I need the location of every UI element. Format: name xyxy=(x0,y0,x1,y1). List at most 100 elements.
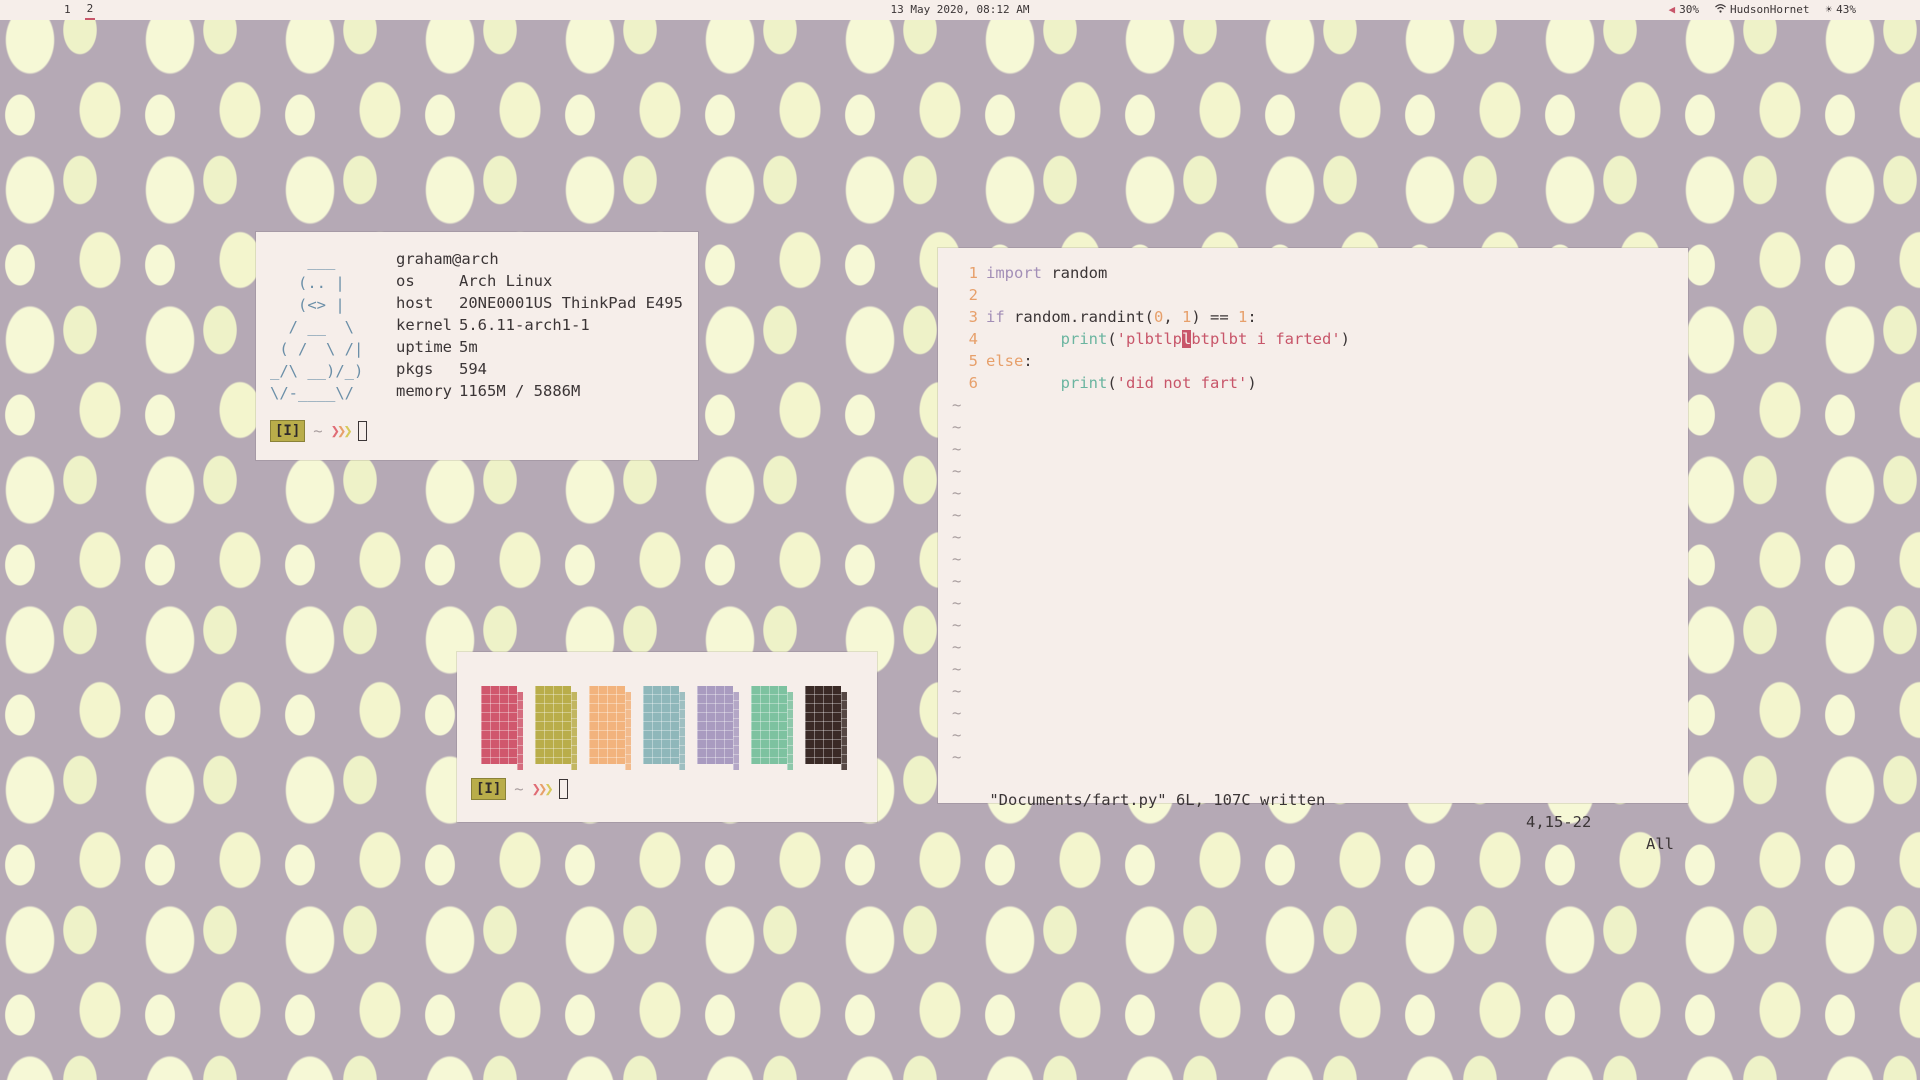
code-token: random xyxy=(1042,264,1108,282)
tilde-marker: ~ xyxy=(952,484,962,502)
terminal-cursor xyxy=(357,421,367,441)
info-row-host: host 20NE0001US ThinkPad E495 xyxy=(396,292,683,314)
colorscheme-terminal-window[interactable]: [I] ~ ❯❯❯ xyxy=(457,652,877,822)
vi-mode-badge: [I] xyxy=(471,778,507,800)
code-token: : xyxy=(1023,352,1033,370)
prompt-dir: ~ xyxy=(514,780,524,798)
color-swatch xyxy=(751,686,793,770)
empty-line-marker: ~ xyxy=(950,680,1350,702)
code-buffer[interactable]: 1 import random 2 3 if random.randint(0, 1) … xyxy=(950,262,1350,768)
code-line[interactable]: 5 else: xyxy=(950,350,1350,372)
tilde-marker: ~ xyxy=(952,638,962,656)
empty-line-marker: ~ xyxy=(950,548,1350,570)
code-token: 'plbtlp xyxy=(1116,330,1182,348)
tilde-marker: ~ xyxy=(952,396,962,414)
line-text: else: xyxy=(986,350,1033,372)
wifi-ssid: HudsonHornet xyxy=(1730,3,1810,16)
tilde-marker: ~ xyxy=(952,726,962,744)
info-row-pkgs: pkgs 594 xyxy=(396,358,683,380)
volume-value: 30% xyxy=(1679,3,1700,16)
system-info: graham@arch os Arch Linux host 20NE0001US T… xyxy=(396,248,683,402)
code-token: print xyxy=(1060,374,1108,392)
info-key: os xyxy=(396,272,415,290)
color-swatch xyxy=(535,686,577,770)
code-token: 0 xyxy=(1153,308,1164,326)
user-host: graham@arch xyxy=(396,250,499,268)
tilde-marker: ~ xyxy=(952,748,962,766)
terminal-cursor xyxy=(558,779,568,799)
info-value: 5m xyxy=(459,338,478,356)
code-token: ) == xyxy=(1191,308,1239,326)
tilde-marker: ~ xyxy=(952,528,962,546)
brightness-value: 43% xyxy=(1836,3,1856,16)
info-key: pkgs xyxy=(396,360,434,378)
empty-line-marker: ~ xyxy=(950,592,1350,614)
line-text: print('did not fart') xyxy=(986,372,1257,394)
line-text: if random.randint(0, 1) == 1: xyxy=(986,306,1257,328)
color-swatch xyxy=(643,686,685,770)
code-token: print xyxy=(1060,330,1108,348)
info-key: uptime xyxy=(396,338,452,356)
line-number: 6 xyxy=(968,374,978,392)
info-value: 5.6.11-arch1-1 xyxy=(459,316,590,334)
tilde-marker: ~ xyxy=(952,682,962,700)
color-swatch xyxy=(805,686,847,770)
color-swatches xyxy=(481,686,847,770)
tilde-marker: ~ xyxy=(952,660,962,678)
code-line[interactable]: 2 xyxy=(950,284,1350,306)
empty-line-marker: ~ xyxy=(950,526,1350,548)
tilde-marker: ~ xyxy=(952,616,962,634)
code-token: import xyxy=(986,264,1042,282)
code-line[interactable]: 6 print('did not fart') xyxy=(950,372,1350,394)
code-token: 1 xyxy=(1182,308,1192,326)
line-number: 4 xyxy=(968,330,978,348)
empty-line-marker: ~ xyxy=(950,614,1350,636)
code-token: ) xyxy=(1340,330,1350,348)
color-swatch xyxy=(589,686,631,770)
code-line[interactable]: 4 print('plbtlplbtplbt i farted') xyxy=(950,328,1350,350)
code-line[interactable]: 3 if random.randint(0, 1) == 1: xyxy=(950,306,1350,328)
code-token: ( xyxy=(1107,330,1117,348)
info-row-memory: memory 1165M / 5886M xyxy=(396,380,683,402)
code-token: if xyxy=(986,308,1005,326)
code-token: random.randint( xyxy=(1004,308,1154,326)
info-key: host xyxy=(396,294,434,312)
empty-line-marker: ~ xyxy=(950,504,1350,526)
system-tray: ◀ 30% HudsonHornet ☀ 43% xyxy=(1669,0,1856,20)
brightness-indicator[interactable]: ☀ 43% xyxy=(1826,0,1857,20)
code-token: : xyxy=(1247,308,1257,326)
empty-line-marker: ~ xyxy=(950,438,1350,460)
scroll-indicator: All xyxy=(1646,835,1674,853)
empty-line-marker: ~ xyxy=(950,460,1350,482)
color-swatch xyxy=(481,686,523,770)
info-row-kernel: kernel 5.6.11-arch1-1 xyxy=(396,314,683,336)
tilde-marker: ~ xyxy=(952,550,962,568)
tilde-marker: ~ xyxy=(952,440,962,458)
color-swatch xyxy=(697,686,739,770)
prompt-chevrons-icon: ❯❯❯ xyxy=(531,780,554,798)
prompt-dir: ~ xyxy=(313,422,323,440)
code-token: else xyxy=(986,352,1024,370)
empty-line-marker: ~ xyxy=(950,658,1350,680)
vim-status-line: "Documents/fart.py" 6L, 107C written 4,1… xyxy=(952,767,1674,853)
code-token: btplbt i farted' xyxy=(1191,330,1341,348)
info-value: 1165M / 5886M xyxy=(459,382,581,400)
code-line[interactable]: 1 import random xyxy=(950,262,1350,284)
clock[interactable]: 13 May 2020, 08:12 AM xyxy=(0,0,1920,20)
brightness-icon: ☀ xyxy=(1825,3,1833,16)
code-token: ) xyxy=(1247,374,1257,392)
shell-prompt[interactable]: [I] ~ ❯❯❯ xyxy=(270,420,367,442)
line-number: 5 xyxy=(968,352,978,370)
empty-line-marker: ~ xyxy=(950,570,1350,592)
volume-indicator[interactable]: ◀ 30% xyxy=(1669,0,1700,20)
code-token: 'did not fart' xyxy=(1116,374,1248,392)
shell-prompt[interactable]: [I] ~ ❯❯❯ xyxy=(471,778,568,800)
line-number: 3 xyxy=(968,308,978,326)
empty-line-marker: ~ xyxy=(950,746,1350,768)
line-number: 1 xyxy=(968,264,978,282)
neofetch-terminal-window[interactable]: ___ (.. | (<> | / __ \ ( / \ /| _/\ __)/… xyxy=(256,232,698,460)
wifi-indicator[interactable]: HudsonHornet xyxy=(1715,0,1810,20)
vim-editor-window[interactable]: 1 import random 2 3 if random.randint(0, 1) … xyxy=(938,248,1688,853)
